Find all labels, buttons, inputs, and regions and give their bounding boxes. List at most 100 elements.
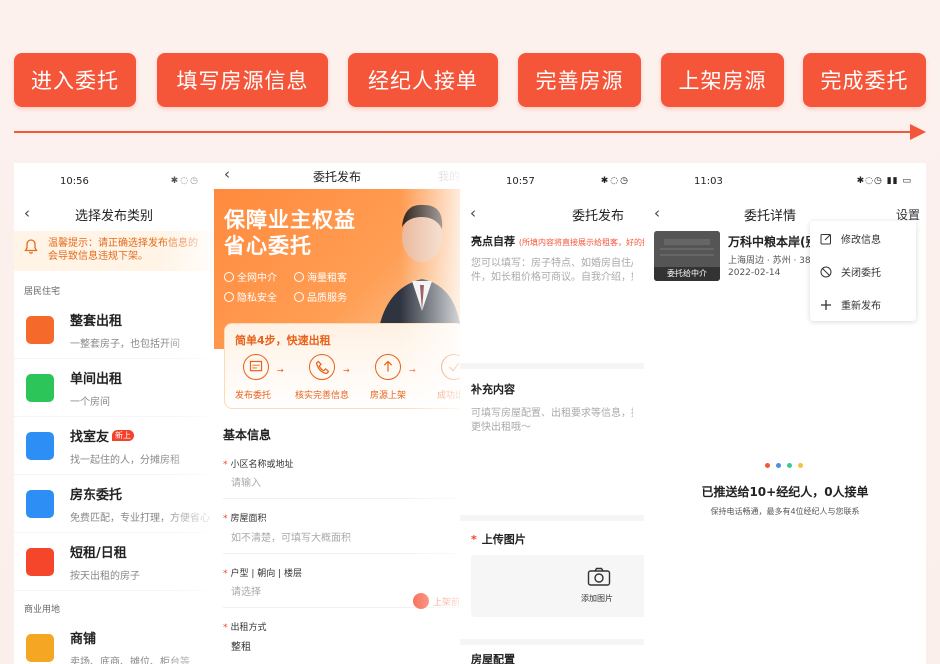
my-link[interactable]: 我的 [438, 168, 460, 184]
back-icon[interactable]: ‹ [654, 204, 660, 222]
camera-icon [587, 567, 611, 586]
banner-line-1: 保障业主权益 [224, 208, 356, 232]
field-label-area: * 房屋面积 [223, 514, 267, 524]
rent-type-select[interactable]: 整租 [231, 638, 251, 653]
loading-dot [776, 463, 781, 468]
feature-4: 品质服务 [294, 289, 347, 304]
category-title: 商铺 [70, 631, 97, 647]
entrust-card[interactable]: 委托给中介 万科中粮本岸(别墅) 上海周边 · 苏州 · 3880元/月 202… [654, 231, 818, 285]
tip-line-1: 温馨提示：请正确选择发布信息的 [48, 238, 198, 249]
status-bar: 11:03 ✱◌◷ ▮▮ ▭ [644, 163, 926, 199]
category-item-shop[interactable]: 商铺卖场、底商、摊位、柜台等 [14, 619, 214, 664]
back-icon[interactable]: ‹ [24, 204, 30, 222]
action-menu: 修改信息 关闭委托 重新发布 [810, 221, 916, 321]
house-thumbnail: 委托给中介 [654, 231, 720, 281]
category-item[interactable]: 找室友 新上 找一起住的人，分摊房租 [14, 417, 214, 475]
push-status: 已推送给10+经纪人，0人接单 [701, 485, 869, 499]
category-item[interactable]: 整套出租 一整套房子，也包括开间 [14, 301, 214, 359]
nav-bar: ‹ 委托发布 [460, 199, 644, 229]
nav-bar: ‹ 选择发布类别 [14, 199, 214, 229]
onsale-badge[interactable]: 上架前 [412, 593, 460, 609]
menu-item-close[interactable]: 关闭委托 [820, 264, 881, 279]
screen-entrust-detail: 11:03 ✱◌◷ ▮▮ ▭ ‹ 委托详情 设置 委托给中介 万科中粮本岸(别墅… [644, 163, 926, 664]
page-title: 选择发布类别 [74, 208, 153, 224]
publish-icon [243, 354, 269, 380]
plus-icon [821, 299, 831, 310]
field-label-address: * 小区名称或地址 [223, 460, 294, 470]
step-label-2: 核实完善信息 [295, 391, 350, 401]
step-button-3: 经纪人接单 [348, 53, 498, 107]
step-button-5: 上架房源 [661, 53, 784, 107]
supplement-title: 补充内容 [471, 383, 515, 396]
page-title: 委托发布 [571, 208, 624, 224]
highlight-input[interactable]: 您可以填写：房子特点、如婚房自住/新装修；件，如长租价格可商议。自我介绍，好的自… [471, 257, 633, 285]
category-sub: 免费匹配，专业打理，方便省心 [70, 512, 210, 524]
check-icon [224, 291, 234, 302]
category-sub: 卖场、底商、摊位、柜台等 [70, 656, 190, 664]
steps-card: 简单4步，快速出租 →→→ 发布委托 核实完善信息 房源上架 成功出租 [224, 323, 460, 409]
process-arrow-line [14, 131, 912, 133]
steps-title: 简单4步，快速出租 [235, 334, 331, 347]
layout-select[interactable]: 请选择 [231, 583, 261, 598]
screen-select-category: 10:56 ✱◌◷ ‹ 选择发布类别 温馨提示：请正确选择发布信息的 会导致信息违… [14, 163, 214, 664]
category-title: 找室友 新上 [70, 426, 180, 445]
category-icon [26, 373, 54, 402]
config-section: 房屋配置 [460, 645, 644, 664]
upload-title: * 上传图片 [471, 533, 526, 546]
field-label-rent-type: * 出租方式 [223, 623, 267, 633]
category-icon [26, 431, 54, 460]
area-input[interactable]: 如不清楚，可填写大概面积 [231, 529, 351, 544]
edit-icon [820, 233, 831, 244]
category-title: 短租/日租 [70, 545, 127, 561]
supplement-section: 补充内容 可填写房屋配置、出租要求等信息，描述越详细，更快出租哦～ [460, 369, 644, 515]
lightning-icon [412, 593, 429, 609]
category-sub: 一整套房子，也包括开间 [70, 338, 180, 350]
category-item[interactable]: 房东委托免费匹配，专业打理，方便省心 [14, 475, 214, 533]
menu-item-republish[interactable]: 重新发布 [820, 297, 881, 312]
feature-3: 隐私安全 [224, 289, 277, 304]
status-time: 10:56 [60, 175, 89, 187]
card-title: 万科中粮本岸(别墅) [728, 235, 818, 249]
category-title: 房东委托 [70, 487, 123, 503]
check-icon [224, 271, 234, 282]
step-label-1: 发布委托 [235, 391, 272, 401]
new-badge: 新上 [112, 429, 135, 441]
process-arrow-head [910, 124, 926, 140]
field-label-layout: * 户型 | 朝向 | 楼层 [223, 569, 303, 579]
check-icon [294, 271, 304, 282]
supplement-input[interactable]: 可填写房屋配置、出租要求等信息，描述越详细，更快出租哦～ [471, 407, 633, 435]
add-photo-button[interactable]: 添加图片 [471, 555, 644, 617]
card-date: 2022-02-14 [728, 268, 781, 278]
category-sub: 一个房间 [70, 396, 110, 408]
screen-complete-listing: 10:57 ✱◌◷ ‹ 委托发布 亮点自荐 (所填内容将直接展示给租客，好的描述… [460, 163, 644, 664]
page-title: 委托详情 [743, 208, 796, 224]
category-item[interactable]: 单间出租 一个房间 [14, 359, 214, 417]
loading-dot [798, 463, 803, 468]
check-icon [294, 291, 304, 302]
menu-item-edit[interactable]: 修改信息 [820, 231, 881, 246]
category-icon [26, 489, 54, 518]
status-bar: 10:56 ✱◌◷ [14, 163, 214, 199]
step-button-1: 进入委托 [14, 53, 136, 107]
status-icons: ✱◌◷ [600, 176, 630, 186]
tip-line-2: 会导致信息违规下架。 [48, 251, 148, 262]
back-icon[interactable]: ‹ [470, 204, 476, 222]
nav-bar: ‹ 委托发布 我的 [214, 163, 460, 189]
category-item[interactable]: 短租/日租 按天出租的房子 [14, 533, 214, 591]
page-title: 委托发布 [312, 170, 361, 184]
push-hint: 保持电话畅通，最多有4位经纪人与您联系 [710, 507, 860, 516]
status-icons: ✱◌◷ ▮▮ ▭ [856, 176, 912, 186]
step-label-3: 房源上架 [370, 391, 407, 401]
loading-dot [765, 463, 770, 468]
category-title: 单间出租 [70, 371, 123, 387]
loading-dots [765, 463, 809, 468]
phone-icon [309, 354, 335, 380]
add-photo-label: 添加图片 [581, 594, 613, 603]
status-bar: 10:57 ✱◌◷ [460, 163, 644, 199]
step-label-4: 成功出租 [437, 391, 460, 401]
warning-tip: 温馨提示：请正确选择发布信息的 会导致信息违规下架。 [14, 231, 214, 271]
address-input[interactable]: 请输入 [231, 474, 261, 489]
success-icon [441, 354, 460, 380]
status-time: 10:57 [506, 175, 535, 187]
step-button-2: 填写房源信息 [157, 53, 328, 107]
